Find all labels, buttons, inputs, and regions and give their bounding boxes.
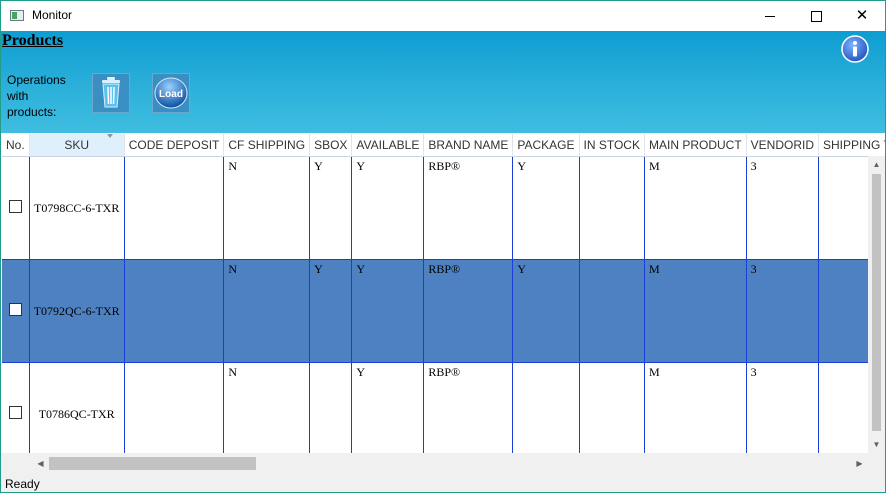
products-grid[interactable]: No. SKU CODE DEPOSIT CF SHIPPING SBOX AVAILAB… — [1, 133, 885, 453]
table-row[interactable]: T0798CC-6-TXR N Y Y RBP® Y M 3 — [2, 156, 885, 260]
cell-main-product[interactable]: M — [644, 362, 747, 453]
minimize-button[interactable] — [747, 1, 793, 31]
cell-sku[interactable]: T0792QC-6-TXR — [29, 259, 125, 363]
cell-brand-name[interactable]: RBP® — [423, 156, 514, 260]
column-header-main-product[interactable]: MAIN PRODUCT — [644, 134, 747, 157]
status-text: Ready — [5, 477, 40, 491]
window-app-icon — [10, 10, 24, 21]
horizontal-scroll-thumb[interactable] — [49, 457, 256, 470]
cell-package[interactable]: Y — [512, 156, 580, 260]
load-button-label: Load — [159, 89, 183, 100]
row-checkbox[interactable] — [8, 199, 22, 213]
scroll-right-icon[interactable]: ▶ — [851, 453, 868, 474]
cell-code-deposit[interactable] — [124, 156, 225, 260]
cell-main-product[interactable]: M — [644, 156, 747, 260]
horizontal-scrollbar[interactable]: ◀ ▶ — [1, 453, 885, 474]
load-icon: Load — [154, 77, 188, 109]
column-header-sku[interactable]: SKU — [29, 134, 125, 157]
cell-in-stock[interactable] — [579, 362, 645, 453]
close-icon: ✕ — [855, 7, 869, 24]
vertical-scrollbar[interactable]: ▲ ▼ — [868, 156, 885, 453]
title-bar[interactable]: Monitor ✕ — [1, 1, 885, 31]
column-header-vendorid[interactable]: VENDORID — [746, 134, 820, 157]
main-window: Monitor ✕ Products Operations with produ… — [0, 0, 886, 493]
products-table: No. SKU CODE DEPOSIT CF SHIPPING SBOX AVAILAB… — [2, 134, 885, 453]
cell-code-deposit[interactable] — [124, 362, 225, 453]
cell-brand-name[interactable]: RBP® — [423, 259, 514, 363]
column-header-sbox[interactable]: SBOX — [309, 134, 353, 157]
load-button[interactable]: Load — [152, 73, 190, 113]
window-title: Monitor — [32, 8, 73, 22]
cell-brand-name[interactable]: RBP® — [423, 362, 514, 453]
page-title: Products — [2, 32, 64, 49]
cell-sbox[interactable] — [309, 362, 353, 453]
column-header-shipping-type[interactable]: SHIPPING TYPE — [818, 134, 885, 157]
minimize-icon — [765, 15, 775, 17]
info-icon — [841, 35, 869, 63]
row-checkbox[interactable] — [8, 302, 22, 316]
cell-vendorid[interactable]: 3 — [746, 259, 820, 363]
close-button[interactable]: ✕ — [839, 1, 885, 31]
cell-sbox[interactable]: Y — [309, 259, 353, 363]
grid-body: T0798CC-6-TXR N Y Y RBP® Y M 3 T0792QC-6-TXR N Y Y R… — [2, 156, 885, 453]
column-header-in-stock[interactable]: IN STOCK — [579, 134, 645, 157]
cell-sbox[interactable]: Y — [309, 156, 353, 260]
cell-code-deposit[interactable] — [124, 259, 225, 363]
table-row[interactable]: T0786QC-TXR N Y RBP® M 3 — [2, 362, 885, 453]
row-select-cell[interactable] — [2, 259, 30, 363]
cell-cf-shipping[interactable]: N — [223, 362, 311, 453]
cell-sku[interactable]: T0798CC-6-TXR — [29, 156, 125, 260]
scroll-left-icon[interactable]: ◀ — [32, 453, 49, 474]
cell-available[interactable]: Y — [351, 259, 425, 363]
cell-main-product[interactable]: M — [644, 259, 747, 363]
maximize-icon — [810, 10, 822, 22]
cell-in-stock[interactable] — [579, 259, 645, 363]
operations-label: Operations with products: — [7, 73, 66, 119]
vertical-scroll-thumb[interactable] — [872, 174, 881, 431]
sort-indicator-icon — [106, 134, 113, 138]
cell-in-stock[interactable] — [579, 156, 645, 260]
row-select-cell[interactable] — [2, 156, 30, 260]
row-checkbox[interactable] — [8, 405, 22, 419]
delete-products-button[interactable] — [92, 73, 130, 113]
table-row[interactable]: T0792QC-6-TXR N Y Y RBP® Y M 3 — [2, 259, 885, 363]
products-banner: Products Operations with products: Load — [1, 31, 885, 133]
column-header-cf-shipping[interactable]: CF SHIPPING — [223, 134, 311, 157]
info-button[interactable] — [841, 35, 869, 63]
column-header-available[interactable]: AVAILABLE — [351, 134, 425, 157]
cell-cf-shipping[interactable]: N — [223, 259, 311, 363]
header-row: No. SKU CODE DEPOSIT CF SHIPPING SBOX AVAILAB… — [2, 134, 885, 157]
cell-package[interactable]: Y — [512, 259, 580, 363]
scroll-down-icon[interactable]: ▼ — [868, 436, 885, 453]
cell-vendorid[interactable]: 3 — [746, 362, 820, 453]
cell-package[interactable] — [512, 362, 580, 453]
cell-sku[interactable]: T0786QC-TXR — [29, 362, 125, 453]
row-select-cell[interactable] — [2, 362, 30, 453]
maximize-button[interactable] — [793, 1, 839, 31]
column-header-brand-name[interactable]: BRAND NAME — [423, 134, 514, 157]
column-header-code-deposit[interactable]: CODE DEPOSIT — [124, 134, 225, 157]
cell-available[interactable]: Y — [351, 362, 425, 453]
column-header-no[interactable]: No. — [2, 134, 30, 157]
cell-vendorid[interactable]: 3 — [746, 156, 820, 260]
scroll-up-icon[interactable]: ▲ — [868, 156, 885, 173]
cell-available[interactable]: Y — [351, 156, 425, 260]
cell-cf-shipping[interactable]: N — [223, 156, 311, 260]
column-header-package[interactable]: PACKAGE — [512, 134, 580, 157]
status-bar: Ready — [1, 474, 885, 492]
trash-can-icon — [102, 77, 120, 108]
